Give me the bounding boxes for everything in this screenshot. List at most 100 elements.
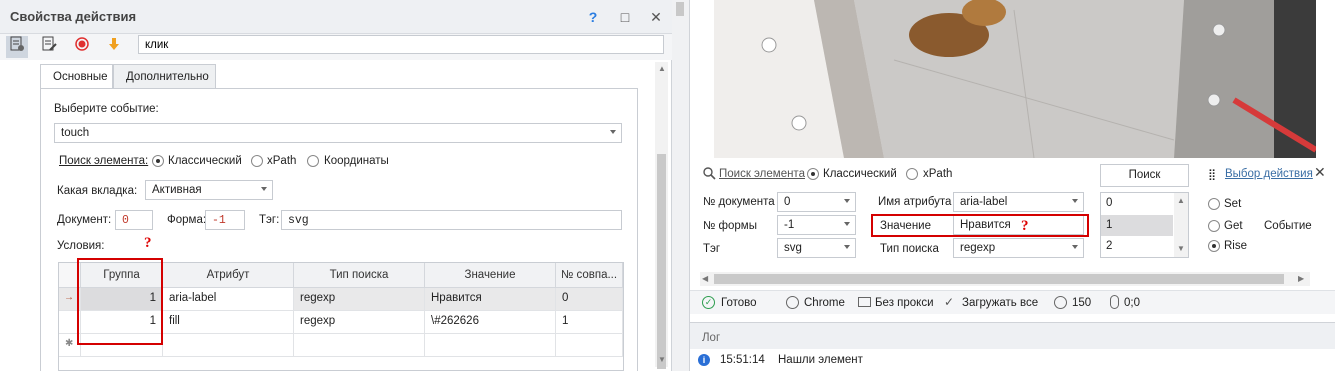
cell-search-type[interactable] [294, 334, 425, 357]
radio-rise-label: Rise [1224, 240, 1248, 252]
tab-additional[interactable]: Дополнительно [113, 64, 216, 89]
edit-icon[interactable] [38, 36, 60, 58]
status-bar: ✓ Готово Chrome Без прокси ✓ Загружать в… [690, 290, 1335, 314]
radio-xpath[interactable] [251, 155, 263, 167]
cell-attribute[interactable] [163, 334, 294, 357]
status-proxy[interactable]: Без прокси [875, 297, 934, 309]
horizontal-scrollbar[interactable]: ◀ ▶ [700, 272, 1310, 286]
list-item[interactable]: 1 [1101, 215, 1173, 236]
vertical-scrollbar[interactable]: ▲ ▼ [655, 62, 668, 369]
highlight-box-value [871, 214, 1089, 237]
tag-input[interactable]: svg [281, 210, 622, 230]
record-icon[interactable] [71, 36, 93, 58]
status-browser[interactable]: Chrome [804, 297, 845, 309]
help-button[interactable]: ? [584, 8, 602, 26]
list-scrollbar[interactable]: ▲ ▼ [1174, 193, 1188, 257]
col-header-match[interactable]: № совпа... [556, 263, 623, 288]
cell-attribute[interactable]: fill [163, 311, 294, 334]
attr-name-label: Имя атрибута [878, 196, 952, 208]
splitter-thumb[interactable] [676, 2, 684, 16]
cell-value[interactable] [425, 334, 556, 357]
maximize-button[interactable]: □ [616, 8, 634, 26]
status-ready: Готово [721, 297, 757, 309]
chevron-down-icon [844, 245, 850, 249]
form-number-select[interactable]: -1 [777, 215, 856, 235]
document-input[interactable]: 0 [115, 210, 153, 230]
doc-number-label: № документа [703, 196, 775, 208]
chevron-down-icon [844, 199, 850, 203]
tab-select[interactable]: Активная [145, 180, 273, 200]
search-type-value: regexp [960, 242, 996, 254]
close-icon[interactable]: ✕ [1314, 164, 1326, 181]
right-spacer [690, 158, 1335, 162]
radio-classic[interactable] [152, 155, 164, 167]
cell-match[interactable]: 1 [556, 311, 623, 334]
radio-xpath-label: xPath [923, 168, 953, 180]
tab-select-value: Активная [152, 184, 202, 196]
list-item[interactable]: 2 [1101, 236, 1173, 257]
scroll-down-icon[interactable]: ▼ [1177, 244, 1185, 253]
radio-xpath[interactable] [906, 168, 918, 180]
cell-value[interactable]: \#262626 [425, 311, 556, 334]
close-button[interactable]: ✕ [647, 8, 665, 26]
arrow-down-icon[interactable] [103, 36, 125, 58]
event-select[interactable]: touch [54, 123, 622, 143]
event-label: Событие [1264, 220, 1312, 232]
scroll-up-icon[interactable]: ▲ [658, 64, 666, 73]
attr-name-select[interactable]: aria-label [953, 192, 1084, 212]
col-header-search-type[interactable]: Тип поиска [294, 263, 425, 288]
search-element-link[interactable]: Поиск элемента [719, 168, 805, 180]
status-load[interactable]: Загружать все [962, 297, 1038, 309]
tab-main[interactable]: Основные [40, 64, 113, 89]
chrome-icon [786, 296, 799, 309]
doc-number-select[interactable]: 0 [777, 192, 856, 212]
chevron-down-icon [610, 130, 616, 134]
scroll-right-icon[interactable]: ▶ [1298, 274, 1304, 283]
chevron-down-icon [1072, 245, 1078, 249]
attr-name-value: aria-label [960, 196, 1008, 208]
scrollbar-thumb[interactable] [714, 274, 1284, 284]
status-count[interactable]: 150 [1072, 297, 1091, 309]
highlight-box-group [77, 258, 163, 345]
radio-classic-label: Классический [168, 155, 242, 167]
choose-action-link[interactable]: Выбор действия [1225, 168, 1313, 180]
log-row[interactable]: i 15:51:14 Нашли элемент [690, 349, 1335, 372]
form-number-label: № формы [703, 220, 757, 232]
col-header-attribute[interactable]: Атрибут [163, 263, 294, 288]
tag-select[interactable]: svg [777, 238, 856, 258]
search-type-label: Тип поиска [880, 243, 939, 255]
list-item[interactable]: 0 [1101, 193, 1173, 215]
radio-get[interactable] [1208, 220, 1220, 232]
action-properties-panel: Свойства действия ? □ ✕ Основные Дополни… [0, 0, 672, 371]
cell-value[interactable]: Нравится [425, 288, 556, 311]
window-title: Свойства действия [10, 9, 137, 24]
radio-rise[interactable] [1208, 240, 1220, 252]
status-coords: 0;0 [1124, 297, 1140, 309]
document-label: Документ: [57, 214, 112, 226]
cell-search-type[interactable]: regexp [294, 288, 425, 311]
scroll-down-icon[interactable]: ▼ [658, 355, 666, 364]
form-input[interactable]: -1 [205, 210, 245, 230]
cell-attribute[interactable]: aria-label [163, 288, 294, 311]
doc-number-value: 0 [784, 196, 791, 208]
check-icon: ✓ [702, 296, 715, 309]
title-bar: Свойства действия ? □ ✕ [0, 0, 672, 34]
properties-icon[interactable] [6, 36, 28, 58]
radio-classic[interactable] [807, 168, 819, 180]
scroll-up-icon[interactable]: ▲ [1177, 196, 1185, 205]
search-type-select[interactable]: regexp [953, 238, 1084, 258]
radio-coordinates[interactable] [307, 155, 319, 167]
scroll-left-icon[interactable]: ◀ [702, 274, 708, 283]
chevron-down-icon [844, 222, 850, 226]
search-button[interactable]: Поиск [1100, 164, 1189, 187]
chevron-down-icon [1072, 199, 1078, 203]
monitor-icon [858, 297, 871, 307]
col-header-value[interactable]: Значение [425, 263, 556, 288]
action-name-input[interactable] [138, 35, 664, 54]
cell-search-type[interactable]: regexp [294, 311, 425, 334]
cell-match[interactable] [556, 334, 623, 357]
cell-match[interactable]: 0 [556, 288, 623, 311]
scrollbar-thumb[interactable] [657, 154, 666, 369]
radio-set[interactable] [1208, 198, 1220, 210]
splitter[interactable] [672, 0, 690, 371]
